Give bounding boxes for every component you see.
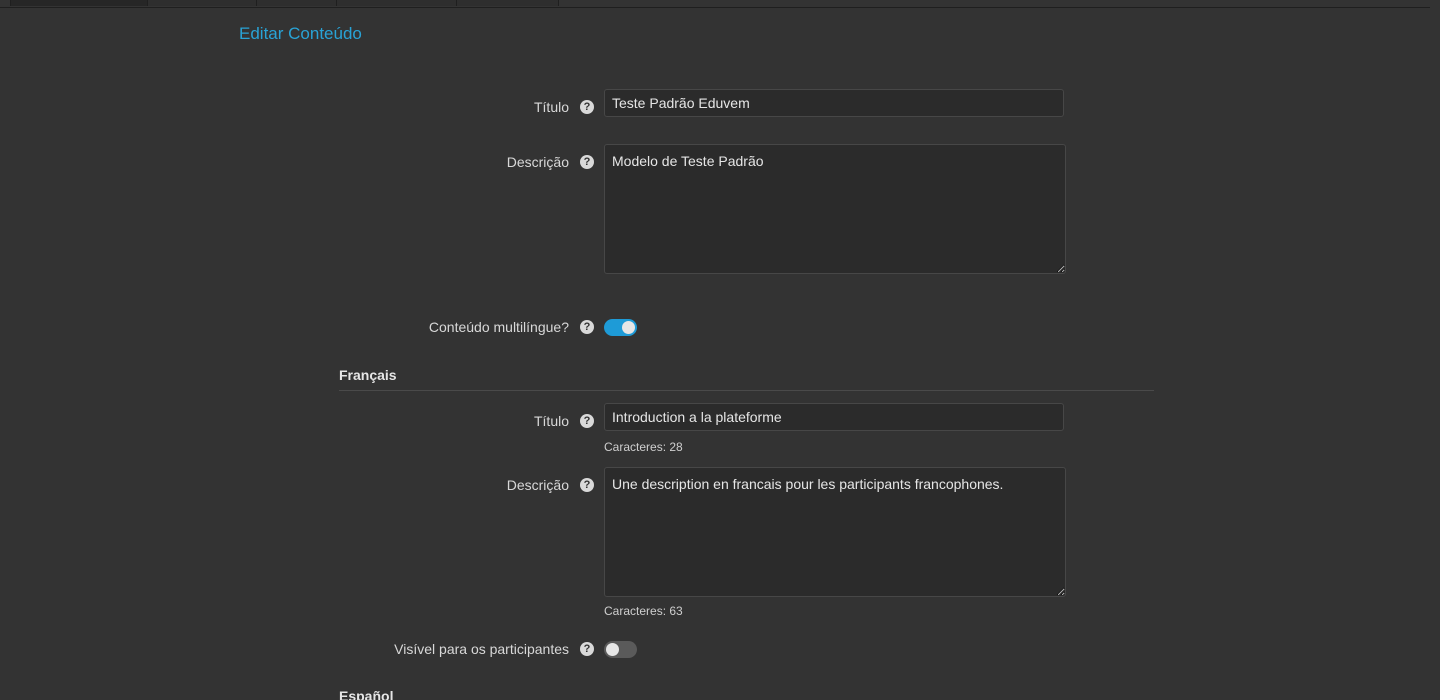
question-circle-icon[interactable]: ? [580,642,594,656]
edit-content-page: Editar Conteúdo Título ? Descrição ? Mod… [0,0,1440,700]
top-tab-strip [0,0,1430,8]
title-input[interactable] [604,89,1064,117]
tab-1[interactable] [11,0,148,6]
question-circle-icon[interactable]: ? [580,414,594,428]
tab-4[interactable] [337,0,457,6]
french-description-label: Descrição [506,477,569,493]
tab-spacer [0,0,11,6]
section-title-spanish: Español [339,688,394,700]
description-label: Descrição [506,154,569,170]
question-circle-icon[interactable]: ? [580,478,594,492]
toggle-knob [622,321,635,334]
title-label: Título [533,99,569,115]
toggle-knob [606,643,619,656]
tab-5[interactable] [457,0,559,6]
description-textarea[interactable]: Modelo de Teste Padrão [604,144,1066,274]
visible-to-participants-label: Visível para os participantes [394,641,569,657]
french-title-char-counter: Caracteres: 28 [604,440,683,454]
french-description-char-counter: Caracteres: 63 [604,604,683,618]
question-circle-icon[interactable]: ? [580,155,594,169]
question-circle-icon[interactable]: ? [580,100,594,114]
visible-to-participants-toggle[interactable] [604,641,637,658]
tab-3[interactable] [257,0,337,6]
tab-2[interactable] [148,0,257,6]
question-circle-icon[interactable]: ? [580,320,594,334]
multilingual-toggle[interactable] [604,319,637,336]
page-title: Editar Conteúdo [239,24,362,43]
french-title-input[interactable] [604,403,1064,431]
french-title-label: Título [533,413,569,429]
french-description-textarea[interactable]: Une description en francais pour les par… [604,467,1066,597]
section-title-french: Français [339,367,397,383]
multilingual-label: Conteúdo multilíngue? [428,319,569,335]
section-divider [339,390,1154,391]
